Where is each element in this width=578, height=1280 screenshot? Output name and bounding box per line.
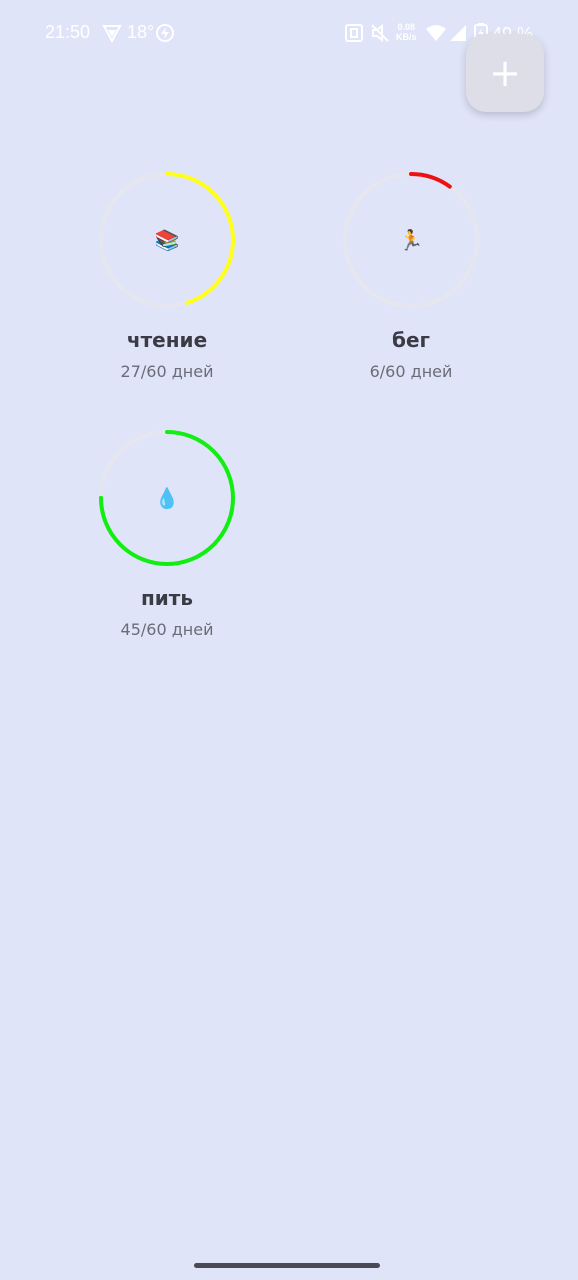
habit-name: пить <box>140 586 194 610</box>
network-speed-unit: KB/s <box>396 32 417 42</box>
network-speed-value: 0.08 <box>397 22 416 32</box>
charging-bolt-icon <box>155 22 175 44</box>
add-habit-button[interactable]: + <box>466 34 544 112</box>
wifi-icon <box>425 22 447 44</box>
habit-progress-text: 6/60 дней <box>369 362 453 381</box>
status-temperature: 18° <box>127 22 155 42</box>
water-drop-icon: 💧 <box>154 486 180 510</box>
progress-ring: 💧 <box>97 428 237 568</box>
home-indicator[interactable] <box>194 1263 380 1268</box>
runner-icon: 🏃 <box>398 228 424 252</box>
habit-progress-text: 27/60 дней <box>120 362 214 381</box>
habit-card-reading[interactable]: 📚 чтение 27/60 дней <box>67 170 267 381</box>
books-icon: 📚 <box>154 228 180 252</box>
signal-icon <box>448 22 468 44</box>
vpn-icon <box>102 22 122 44</box>
habit-name: бег <box>392 328 430 352</box>
network-speed: 0.08 KB/s <box>396 22 417 42</box>
nfc-icon <box>344 22 364 44</box>
habit-card-running[interactable]: 🏃 бег 6/60 дней <box>311 170 511 381</box>
mute-icon <box>370 22 390 44</box>
habit-name: чтение <box>126 328 208 352</box>
habit-card-drinking[interactable]: 💧 пить 45/60 дней <box>67 428 267 639</box>
progress-ring: 🏃 <box>341 170 481 310</box>
habit-progress-text: 45/60 дней <box>120 620 214 639</box>
progress-ring: 📚 <box>97 170 237 310</box>
status-time: 21:50 <box>45 22 91 42</box>
plus-icon: + <box>489 51 521 95</box>
